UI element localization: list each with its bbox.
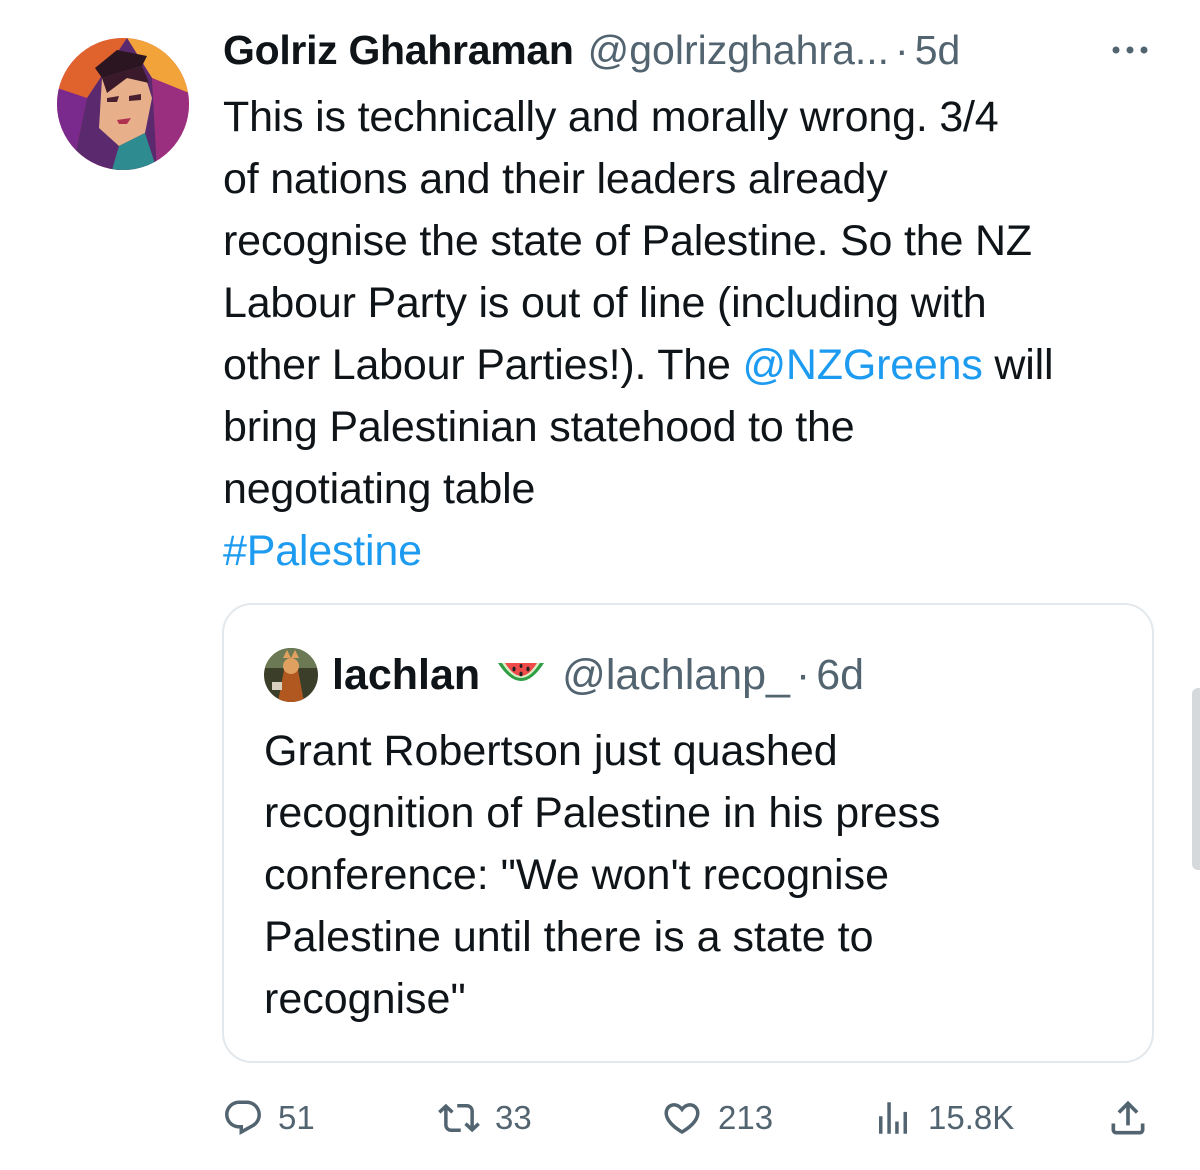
quoted-author-avatar[interactable] [264, 648, 318, 702]
quoted-line: Grant Robertson just quashed [264, 727, 838, 775]
reply-button[interactable]: 51 [222, 1090, 315, 1146]
tweet-line-text: other Labour Parties!). The [223, 341, 743, 389]
action-bar: 51 33 213 15.8K [0, 1090, 1200, 1150]
watermelon-icon [498, 663, 545, 681]
retweet-icon [438, 1103, 480, 1133]
author-handle[interactable]: @golrizghahra... [588, 27, 889, 74]
retweet-button[interactable]: 33 [437, 1090, 532, 1146]
tweet-line: bring Palestinian statehood to the [223, 403, 855, 451]
tweet-text: This is technically and morally wrong. 3… [223, 86, 1173, 582]
separator-dot: · [795, 650, 811, 699]
tweet-line: recognise the state of Palestine. So the… [223, 217, 1032, 265]
tweet-timestamp[interactable]: 5d [915, 27, 961, 74]
separator-dot: · [895, 26, 909, 73]
tweet-line: Labour Party is out of line (including w… [223, 279, 987, 327]
views-icon [879, 1102, 907, 1134]
tweet-line: This is technically and morally wrong. 3… [223, 93, 999, 141]
like-count: 213 [718, 1099, 774, 1136]
mention-link[interactable]: @NZGreens [742, 341, 982, 389]
like-button[interactable]: 213 [660, 1090, 773, 1146]
quoted-line: Palestine until there is a state to [264, 913, 874, 961]
quoted-timestamp[interactable]: 6d [816, 651, 864, 700]
author-name[interactable]: Golriz Ghahraman [223, 27, 574, 74]
quoted-tweet[interactable]: lachlan @lachlanp_ · 6d Grant Robertson … [222, 603, 1154, 1063]
quoted-author-handle[interactable]: @lachlanp_ [562, 651, 790, 700]
share-icon [1111, 1100, 1145, 1135]
quoted-line: recognition of Palestine in his press [264, 789, 941, 837]
retweet-count: 33 [495, 1099, 532, 1136]
quoted-line: recognise" [264, 975, 466, 1023]
reply-icon [225, 1100, 261, 1135]
scrollbar[interactable] [1192, 688, 1200, 870]
more-options-button[interactable] [1108, 32, 1152, 68]
tweet-line: #Palestine [223, 520, 1173, 582]
quoted-line: conference: "We won't recognise [264, 851, 890, 899]
quoted-header: lachlan @lachlanp_ · 6d [332, 645, 864, 705]
reply-count: 51 [278, 1099, 315, 1136]
tweet-line-text: will [982, 341, 1054, 389]
views-count: 15.8K [928, 1099, 1015, 1136]
quoted-text: Grant Robertson just quashed recognition… [264, 720, 1124, 1030]
heart-icon [664, 1103, 700, 1135]
author-avatar[interactable] [57, 38, 189, 170]
tweet-line: of nations and their leaders already [223, 155, 888, 203]
share-button[interactable] [1106, 1090, 1150, 1146]
more-horizontal-icon [1112, 46, 1148, 54]
tweet-header: Golriz Ghahraman @golrizghahra... · 5d [223, 22, 960, 78]
tweet-line: negotiating table [223, 465, 536, 513]
hashtag-link[interactable]: #Palestine [223, 527, 422, 575]
quoted-author-name[interactable]: lachlan [332, 651, 480, 700]
views-button[interactable]: 15.8K [872, 1090, 1014, 1146]
tweet-line: other Labour Parties!). The @NZGreens wi… [223, 334, 1173, 396]
